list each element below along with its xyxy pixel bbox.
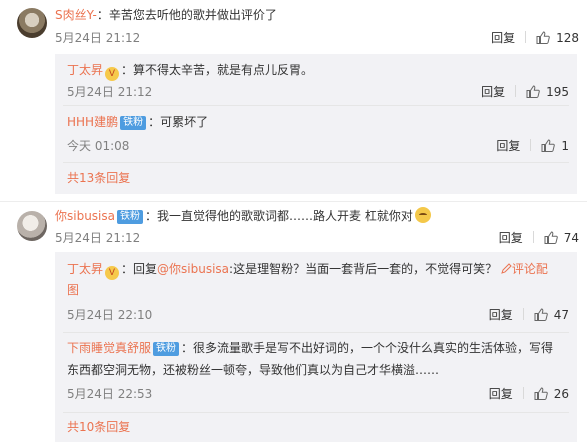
comment-image-link[interactable]: 评论配	[501, 262, 548, 276]
reply-actions: 回复 47	[489, 307, 569, 323]
reply-list: 丁太昇 V ：回复@你sibusisa:这是理智粉？当面一套背后一套的，不觉得可笑？…	[55, 252, 577, 442]
comment-actions: 回复 74	[499, 230, 579, 246]
comment-text: ：我一直觉得他的歌歌词都……路人开麦 杠就你对	[145, 209, 413, 223]
reply-username[interactable]: 丁太昇	[67, 262, 103, 276]
orange-v-badge-icon: V	[105, 266, 120, 280]
action-divider	[522, 387, 524, 399]
mention-link[interactable]: @你sibusisa	[157, 262, 229, 276]
weibo-comment-list: S肉丝Y-：辛苦您去听他的歌并做出评价了 5月24日 21:12 回复 128 丁…	[0, 0, 587, 446]
like-count: 128	[556, 31, 579, 45]
reply-button[interactable]: 回复	[499, 231, 523, 245]
thumbs-up-icon	[541, 139, 556, 152]
comment-actions: 回复 128	[491, 30, 579, 46]
avatar[interactable]	[17, 211, 47, 241]
reply-text: :这是理智粉？当面一套背后一套的，不觉得可笑？	[229, 262, 498, 276]
like-button[interactable]: 195	[526, 85, 569, 99]
more-replies-link[interactable]: 共10条回复	[67, 419, 130, 435]
reply-time: 5月24日 21:12	[67, 85, 153, 99]
comment-username[interactable]: S肉丝Y-	[55, 8, 97, 22]
reply-divider	[63, 412, 569, 413]
reply-text-cont: 东西都空洞无物，还被粉丝一顿夸，导致他们真以为自己才华横溢……	[67, 363, 440, 377]
reply-actions: 回复 1	[496, 138, 569, 154]
reply-list: 丁太昇 V ：算不得太辛苦，就是有点儿反胃。 5月24日 21:12 回复 195 H…	[55, 54, 577, 194]
action-divider	[522, 308, 524, 320]
thumbs-up-icon	[544, 231, 558, 244]
reply-button[interactable]: 回复	[481, 85, 505, 99]
reply-button[interactable]: 回复	[491, 31, 515, 45]
like-button[interactable]: 74	[544, 231, 579, 245]
comment-divider	[0, 201, 587, 202]
reply-button[interactable]: 回复	[496, 139, 520, 153]
thumbs-up-icon	[526, 85, 540, 98]
reply-username[interactable]: 丁太昇	[67, 63, 103, 77]
fan-badge: 铁粉	[153, 342, 180, 356]
more-replies-link[interactable]: 共13条回复	[67, 170, 130, 186]
action-divider	[515, 85, 517, 97]
like-count: 26	[553, 387, 569, 401]
reply-button[interactable]: 回复	[489, 308, 513, 322]
like-count: 195	[546, 85, 569, 99]
reply-text-prefix: ：回复	[121, 262, 158, 276]
fan-badge: 铁粉	[120, 116, 147, 130]
action-divider	[530, 139, 532, 151]
reply-time: 5月24日 22:10	[67, 308, 153, 322]
action-divider	[532, 231, 534, 243]
like-button[interactable]: 1	[541, 139, 569, 153]
thumbs-up-icon	[534, 387, 548, 400]
reply-text: ：可累坏了	[148, 115, 209, 129]
comment-image-link-cont[interactable]: 图	[67, 283, 79, 297]
avatar[interactable]	[17, 8, 47, 38]
reply-time: 5月24日 22:53	[67, 387, 153, 401]
comment-time: 5月24日 21:12	[55, 31, 141, 45]
comment-image-label: 评论配	[511, 262, 548, 276]
like-button[interactable]: 47	[534, 308, 569, 322]
reply-divider	[63, 162, 569, 163]
like-count: 74	[563, 231, 579, 245]
thumbs-up-icon	[534, 308, 548, 321]
like-button[interactable]: 26	[534, 387, 569, 401]
reply-text: ：很多流量歌手是写不出好词的，一个个没什么真实的生活体验，写得	[181, 341, 554, 355]
reply-actions: 回复 195	[481, 84, 569, 100]
fan-badge: 铁粉	[117, 210, 144, 224]
comment-username[interactable]: 你sibusisa	[55, 209, 115, 223]
comment-text: ：辛苦您去听他的歌并做出评价了	[96, 8, 277, 22]
doge-emoji-icon	[414, 207, 431, 223]
reply-actions: 回复 26	[489, 386, 569, 402]
orange-v-badge-icon: V	[105, 67, 120, 81]
reply-username[interactable]: 下雨睡觉真舒服	[67, 341, 151, 355]
like-count: 47	[553, 308, 569, 322]
reply-username[interactable]: HHH建鹏	[67, 115, 118, 129]
like-count: 1	[561, 139, 569, 153]
pencil-icon	[501, 263, 512, 274]
reply-time: 今天 01:08	[67, 139, 130, 153]
reply-button[interactable]: 回复	[489, 387, 513, 401]
reply-text: ：算不得太辛苦，就是有点儿反胃。	[121, 63, 314, 77]
reply-divider	[63, 105, 569, 106]
like-button[interactable]: 128	[536, 31, 579, 45]
reply-divider	[63, 332, 569, 333]
comment-time: 5月24日 21:12	[55, 231, 141, 245]
action-divider	[525, 31, 527, 43]
thumbs-up-icon	[536, 31, 550, 44]
